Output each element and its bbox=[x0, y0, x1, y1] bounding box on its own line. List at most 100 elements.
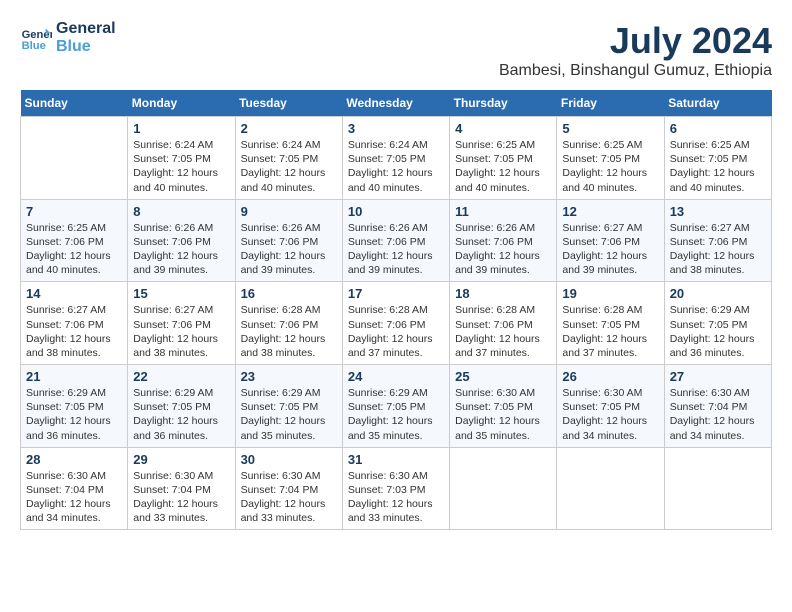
location-subtitle: Bambesi, Binshangul Gumuz, Ethiopia bbox=[499, 62, 772, 80]
cell-content: Sunrise: 6:25 AM Sunset: 7:05 PM Dayligh… bbox=[562, 138, 658, 195]
calendar-cell: 16 Sunrise: 6:28 AM Sunset: 7:06 PM Dayli… bbox=[235, 282, 342, 365]
cell-content: Sunrise: 6:30 AM Sunset: 7:05 PM Dayligh… bbox=[455, 386, 551, 443]
calendar-cell: 21 Sunrise: 6:29 AM Sunset: 7:05 PM Dayli… bbox=[21, 365, 128, 448]
calendar-cell bbox=[21, 117, 128, 200]
day-number: 12 bbox=[562, 204, 658, 219]
day-number: 22 bbox=[133, 369, 229, 384]
month-year-title: July 2024 bbox=[499, 20, 772, 62]
day-number: 27 bbox=[670, 369, 766, 384]
calendar-cell: 14Sunrise: 6:27 AM Sunset: 7:06 PM Dayli… bbox=[21, 282, 128, 365]
logo-general: General bbox=[56, 20, 116, 38]
cell-content: Sunrise: 6:30 AM Sunset: 7:04 PM Dayligh… bbox=[670, 386, 766, 443]
column-header-monday: Monday bbox=[128, 90, 235, 117]
day-number: 31 bbox=[348, 452, 444, 467]
day-number: 25 bbox=[455, 369, 551, 384]
calendar-cell: 31Sunrise: 6:30 AM Sunset: 7:03 PM Dayli… bbox=[342, 447, 449, 530]
calendar-cell bbox=[450, 447, 557, 530]
day-number: 1 bbox=[133, 121, 229, 136]
cell-content: Sunrise: 6:27 AM Sunset: 7:06 PM Dayligh… bbox=[133, 303, 229, 360]
day-number: 20 bbox=[670, 286, 766, 301]
calendar-cell: 18Sunrise: 6:28 AM Sunset: 7:06 PM Dayli… bbox=[450, 282, 557, 365]
svg-text:Blue: Blue bbox=[22, 40, 46, 52]
calendar-cell: 26 Sunrise: 6:30 AM Sunset: 7:05 PM Dayli… bbox=[557, 365, 664, 448]
day-number: 17 bbox=[348, 286, 444, 301]
cell-content: Sunrise: 6:29 AM Sunset: 7:05 PM Dayligh… bbox=[26, 386, 122, 443]
day-number: 30 bbox=[241, 452, 337, 467]
title-block: July 2024 Bambesi, Binshangul Gumuz, Eth… bbox=[499, 20, 772, 80]
calendar-cell: 13 Sunrise: 6:27 AM Sunset: 7:06 PM Dayli… bbox=[664, 199, 771, 282]
day-number: 2 bbox=[241, 121, 337, 136]
day-number: 21 bbox=[26, 369, 122, 384]
calendar-cell: 3Sunrise: 6:24 AM Sunset: 7:05 PM Daylig… bbox=[342, 117, 449, 200]
cell-content: Sunrise: 6:27 AM Sunset: 7:06 PM Dayligh… bbox=[562, 221, 658, 278]
column-header-tuesday: Tuesday bbox=[235, 90, 342, 117]
day-number: 19 bbox=[562, 286, 658, 301]
calendar-cell: 20 Sunrise: 6:29 AM Sunset: 7:05 PM Dayli… bbox=[664, 282, 771, 365]
logo-icon: General Blue bbox=[20, 22, 52, 54]
calendar-cell: 19 Sunrise: 6:28 AM Sunset: 7:05 PM Dayli… bbox=[557, 282, 664, 365]
calendar-cell: 22 Sunrise: 6:29 AM Sunset: 7:05 PM Dayli… bbox=[128, 365, 235, 448]
page-header: General Blue General Blue July 2024 Bamb… bbox=[20, 20, 772, 80]
day-number: 18 bbox=[455, 286, 551, 301]
day-number: 5 bbox=[562, 121, 658, 136]
cell-content: Sunrise: 6:28 AM Sunset: 7:06 PM Dayligh… bbox=[241, 303, 337, 360]
cell-content: Sunrise: 6:30 AM Sunset: 7:04 PM Dayligh… bbox=[26, 469, 122, 526]
column-header-sunday: Sunday bbox=[21, 90, 128, 117]
calendar-cell: 8 Sunrise: 6:26 AM Sunset: 7:06 PM Daylig… bbox=[128, 199, 235, 282]
calendar-cell: 1 Sunrise: 6:24 AM Sunset: 7:05 PM Daylig… bbox=[128, 117, 235, 200]
cell-content: Sunrise: 6:26 AM Sunset: 7:06 PM Dayligh… bbox=[348, 221, 444, 278]
cell-content: Sunrise: 6:29 AM Sunset: 7:05 PM Dayligh… bbox=[348, 386, 444, 443]
day-number: 10 bbox=[348, 204, 444, 219]
calendar-table: SundayMondayTuesdayWednesdayThursdayFrid… bbox=[20, 90, 772, 530]
calendar-cell bbox=[557, 447, 664, 530]
calendar-cell bbox=[664, 447, 771, 530]
day-number: 9 bbox=[241, 204, 337, 219]
calendar-cell: 4 Sunrise: 6:25 AM Sunset: 7:05 PM Daylig… bbox=[450, 117, 557, 200]
calendar-cell: 6Sunrise: 6:25 AM Sunset: 7:05 PM Daylig… bbox=[664, 117, 771, 200]
calendar-cell: 28Sunrise: 6:30 AM Sunset: 7:04 PM Dayli… bbox=[21, 447, 128, 530]
cell-content: Sunrise: 6:26 AM Sunset: 7:06 PM Dayligh… bbox=[133, 221, 229, 278]
day-number: 7 bbox=[26, 204, 122, 219]
logo: General Blue General Blue bbox=[20, 20, 116, 55]
calendar-week-row: 1 Sunrise: 6:24 AM Sunset: 7:05 PM Daylig… bbox=[21, 117, 772, 200]
cell-content: Sunrise: 6:29 AM Sunset: 7:05 PM Dayligh… bbox=[670, 303, 766, 360]
cell-content: Sunrise: 6:30 AM Sunset: 7:05 PM Dayligh… bbox=[562, 386, 658, 443]
calendar-week-row: 7Sunrise: 6:25 AM Sunset: 7:06 PM Daylig… bbox=[21, 199, 772, 282]
day-number: 24 bbox=[348, 369, 444, 384]
column-header-wednesday: Wednesday bbox=[342, 90, 449, 117]
day-number: 16 bbox=[241, 286, 337, 301]
day-number: 14 bbox=[26, 286, 122, 301]
calendar-cell: 15 Sunrise: 6:27 AM Sunset: 7:06 PM Dayli… bbox=[128, 282, 235, 365]
calendar-cell: 11 Sunrise: 6:26 AM Sunset: 7:06 PM Dayli… bbox=[450, 199, 557, 282]
day-number: 6 bbox=[670, 121, 766, 136]
day-number: 26 bbox=[562, 369, 658, 384]
column-header-saturday: Saturday bbox=[664, 90, 771, 117]
cell-content: Sunrise: 6:28 AM Sunset: 7:06 PM Dayligh… bbox=[348, 303, 444, 360]
cell-content: Sunrise: 6:29 AM Sunset: 7:05 PM Dayligh… bbox=[133, 386, 229, 443]
cell-content: Sunrise: 6:27 AM Sunset: 7:06 PM Dayligh… bbox=[670, 221, 766, 278]
cell-content: Sunrise: 6:26 AM Sunset: 7:06 PM Dayligh… bbox=[455, 221, 551, 278]
day-number: 4 bbox=[455, 121, 551, 136]
logo-blue: Blue bbox=[56, 38, 116, 56]
cell-content: Sunrise: 6:24 AM Sunset: 7:05 PM Dayligh… bbox=[133, 138, 229, 195]
day-number: 8 bbox=[133, 204, 229, 219]
day-number: 15 bbox=[133, 286, 229, 301]
calendar-cell: 5 Sunrise: 6:25 AM Sunset: 7:05 PM Daylig… bbox=[557, 117, 664, 200]
cell-content: Sunrise: 6:28 AM Sunset: 7:05 PM Dayligh… bbox=[562, 303, 658, 360]
calendar-cell: 7Sunrise: 6:25 AM Sunset: 7:06 PM Daylig… bbox=[21, 199, 128, 282]
column-header-friday: Friday bbox=[557, 90, 664, 117]
day-number: 29 bbox=[133, 452, 229, 467]
calendar-header-row: SundayMondayTuesdayWednesdayThursdayFrid… bbox=[21, 90, 772, 117]
cell-content: Sunrise: 6:30 AM Sunset: 7:04 PM Dayligh… bbox=[133, 469, 229, 526]
calendar-cell: 27 Sunrise: 6:30 AM Sunset: 7:04 PM Dayli… bbox=[664, 365, 771, 448]
day-number: 13 bbox=[670, 204, 766, 219]
calendar-week-row: 21 Sunrise: 6:29 AM Sunset: 7:05 PM Dayli… bbox=[21, 365, 772, 448]
calendar-cell: 30Sunrise: 6:30 AM Sunset: 7:04 PM Dayli… bbox=[235, 447, 342, 530]
cell-content: Sunrise: 6:25 AM Sunset: 7:05 PM Dayligh… bbox=[455, 138, 551, 195]
cell-content: Sunrise: 6:24 AM Sunset: 7:05 PM Dayligh… bbox=[241, 138, 337, 195]
calendar-week-row: 14 Sunrise: 6:27 AM Sunset: 7:06 PM Dayli… bbox=[21, 282, 772, 365]
day-number: 11 bbox=[455, 204, 551, 219]
day-number: 3 bbox=[348, 121, 444, 136]
calendar-cell: 2 Sunrise: 6:24 AM Sunset: 7:05 PM Daylig… bbox=[235, 117, 342, 200]
column-header-thursday: Thursday bbox=[450, 90, 557, 117]
